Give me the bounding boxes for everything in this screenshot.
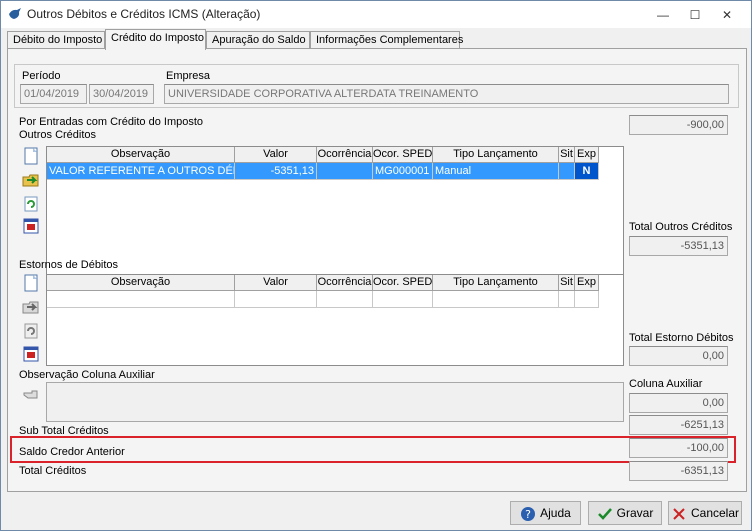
minimize-button[interactable]: — — [649, 5, 677, 25]
coluna-auxiliar-value: 0,00 — [629, 393, 728, 413]
tab-debito[interactable]: Débito do Imposto — [7, 31, 105, 49]
refresh-icon-disabled[interactable] — [22, 322, 40, 340]
periodo-end-field[interactable]: 30/04/2019 — [89, 84, 154, 104]
saldo-credor-value[interactable]: -100,00 — [629, 438, 728, 458]
table-row-empty[interactable] — [47, 291, 235, 308]
col-sit[interactable]: Sit — [559, 147, 575, 163]
help-icon: ? — [521, 506, 536, 521]
tab-informacoes[interactable]: Informações Complementares — [310, 31, 463, 49]
total-creditos-label: Total Créditos — [19, 465, 87, 477]
table-row-empty[interactable] — [317, 291, 373, 308]
close-button[interactable]: ✕ — [713, 5, 741, 25]
total-estorno-label: Total Estorno Débitos — [629, 332, 734, 344]
table-row-tipo[interactable]: Manual — [433, 163, 559, 180]
window-title: Outros Débitos e Créditos ICMS (Alteraçã… — [27, 7, 261, 21]
saldo-credor-label: Saldo Credor Anterior — [19, 446, 125, 458]
col-ocor-sped[interactable]: Ocor. SPED — [373, 275, 433, 291]
col-ocorrencia[interactable]: Ocorrência — [317, 275, 373, 291]
total-outros-creditos-label: Total Outros Créditos — [629, 221, 733, 233]
sub-total-value: -6251,13 — [629, 415, 728, 435]
table-row-observacao[interactable]: VALOR REFERENTE A OUTROS DÉB — [47, 163, 235, 180]
col-sit[interactable]: Sit — [559, 275, 575, 291]
periodo-label: Período — [22, 70, 61, 82]
delete-record-icon[interactable] — [22, 345, 40, 363]
ajuda-label: Ajuda — [540, 506, 571, 520]
ajuda-button[interactable]: ? Ajuda — [510, 501, 581, 525]
tab-credito[interactable]: Crédito do Imposto — [105, 29, 206, 50]
por-entradas-label: Por Entradas com Crédito do Imposto — [19, 116, 204, 128]
por-entradas-value: -900,00 — [629, 115, 728, 135]
col-ocorrencia[interactable]: Ocorrência — [317, 147, 373, 163]
table-row-empty[interactable] — [575, 291, 599, 308]
table-row-empty[interactable] — [433, 291, 559, 308]
total-creditos-value: -6351,13 — [629, 461, 728, 481]
gravar-label: Gravar — [616, 506, 654, 520]
col-tipo-lancamento[interactable]: Tipo Lançamento — [433, 275, 559, 291]
col-valor[interactable]: Valor — [235, 147, 317, 163]
empresa-field[interactable]: UNIVERSIDADE CORPORATIVA ALTERDATA TREIN… — [164, 84, 729, 104]
app-bird-icon — [9, 8, 21, 19]
gravar-button[interactable]: Gravar — [588, 501, 662, 525]
table-row-ocor-sped[interactable]: MG000001 — [373, 163, 433, 180]
empresa-label: Empresa — [166, 70, 211, 82]
col-valor[interactable]: Valor — [235, 275, 317, 291]
table-row-sit[interactable] — [559, 163, 575, 180]
table-row-ocorrencia[interactable] — [317, 163, 373, 180]
checkmark-icon — [597, 507, 612, 520]
cancel-x-icon — [673, 508, 685, 520]
total-estorno-value: 0,00 — [629, 346, 728, 366]
col-ocor-sped[interactable]: Ocor. SPED — [373, 147, 433, 163]
table-row-empty[interactable] — [373, 291, 433, 308]
svg-text:?: ? — [525, 508, 531, 521]
cancelar-button[interactable]: Cancelar — [668, 501, 742, 525]
observacao-memo[interactable] — [46, 382, 624, 422]
col-exp[interactable]: Exp — [575, 275, 599, 291]
table-row-exp[interactable]: N — [575, 163, 599, 180]
periodo-start-field[interactable]: 01/04/2019 — [20, 84, 87, 104]
maximize-button[interactable]: ☐ — [681, 5, 709, 25]
table-row-empty[interactable] — [235, 291, 317, 308]
cancelar-label: Cancelar — [690, 506, 740, 520]
title-bar: Outros Débitos e Créditos ICMS (Alteraçã… — [1, 1, 751, 28]
col-observacao[interactable]: Observação — [47, 147, 235, 163]
col-exp[interactable]: Exp — [575, 147, 599, 163]
tab-apuracao[interactable]: Apuração do Saldo — [206, 31, 310, 49]
refresh-icon[interactable] — [22, 195, 40, 213]
delete-record-icon[interactable] — [22, 217, 40, 235]
open-folder-icon[interactable] — [22, 171, 40, 189]
tab-panel: Período 01/04/2019 30/04/2019 Empresa UN… — [7, 48, 747, 492]
dialog-window: Outros Débitos e Créditos ICMS (Alteraçã… — [0, 0, 752, 531]
edit-hand-icon[interactable] — [22, 385, 40, 403]
table-row-valor[interactable]: -5351,13 — [235, 163, 317, 180]
col-observacao[interactable]: Observação — [47, 275, 235, 291]
estornos-grid[interactable]: Observação Valor Ocorrência Ocor. SPED T… — [46, 274, 624, 366]
table-row-empty[interactable] — [559, 291, 575, 308]
observacao-label: Observação Coluna Auxiliar — [19, 369, 155, 381]
new-document-icon[interactable] — [22, 147, 40, 165]
coluna-auxiliar-label: Coluna Auxiliar — [629, 378, 703, 390]
new-document-icon[interactable] — [22, 274, 40, 292]
col-tipo-lancamento[interactable]: Tipo Lançamento — [433, 147, 559, 163]
open-folder-icon-disabled[interactable] — [22, 298, 40, 316]
estornos-label: Estornos de Débitos — [19, 259, 119, 271]
total-outros-creditos-value: -5351,13 — [629, 236, 728, 256]
outros-creditos-label: Outros Créditos — [19, 129, 97, 141]
